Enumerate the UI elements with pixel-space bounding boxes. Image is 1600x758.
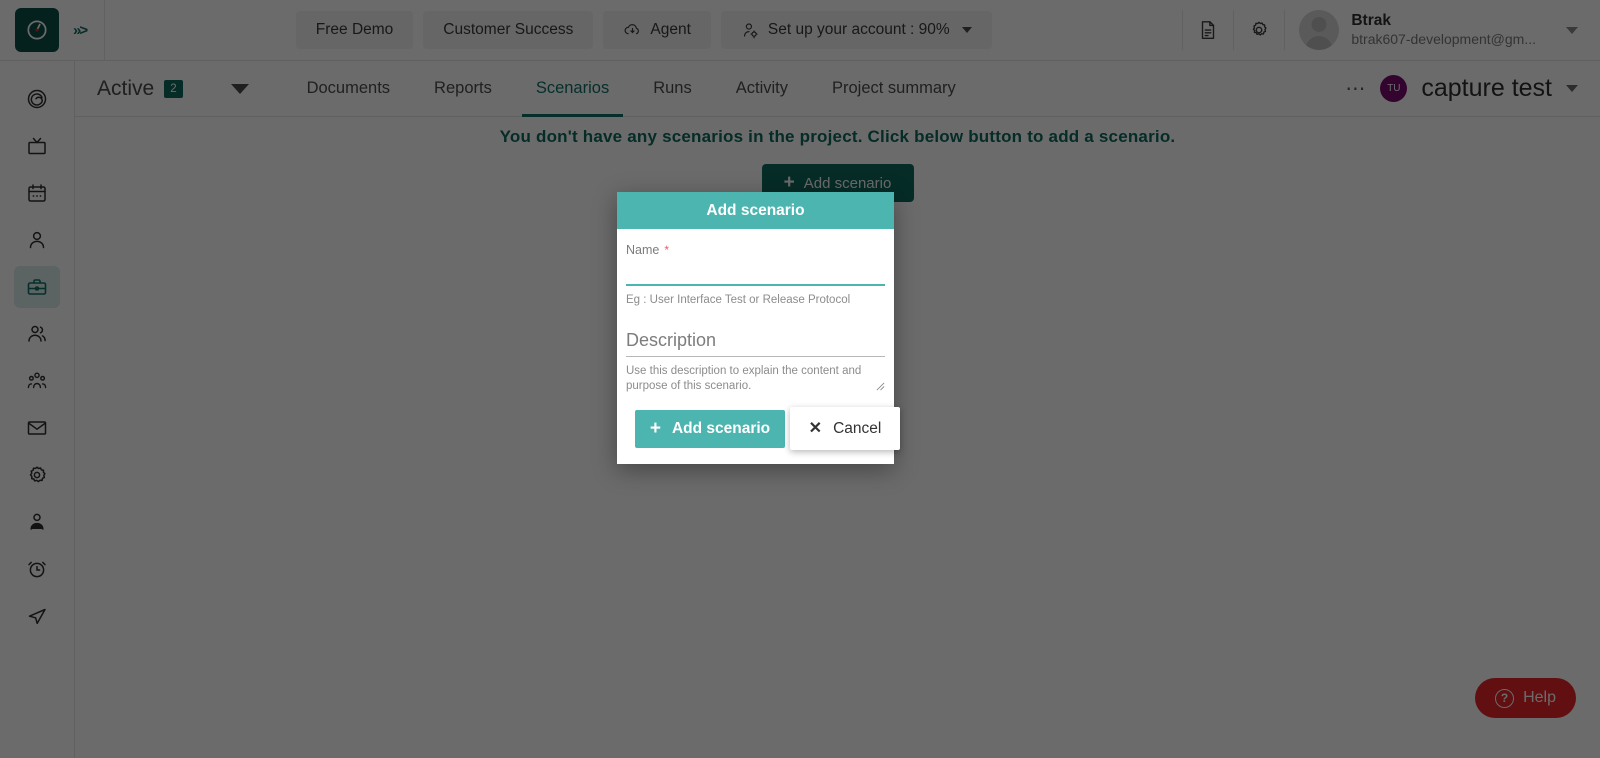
add-scenario-dialog: Add scenario Name * Eg : User Interface T… bbox=[617, 192, 900, 464]
dialog-actions: + Add scenario ✕ Cancel bbox=[626, 407, 900, 464]
dialog-cancel-button[interactable]: ✕ Cancel bbox=[790, 407, 900, 450]
dialog-body: Name * Eg : User Interface Test or Releas… bbox=[617, 229, 900, 464]
app-root: »> Free Demo Customer Success Agent bbox=[0, 0, 1600, 758]
description-input[interactable] bbox=[626, 330, 885, 357]
dialog-submit-label: Add scenario bbox=[671, 420, 771, 437]
plus-icon: + bbox=[649, 418, 661, 439]
description-field-group: Use this description to explain the cont… bbox=[626, 330, 885, 394]
dialog-cancel-label: Cancel bbox=[833, 419, 882, 437]
name-field-label: Name bbox=[626, 243, 660, 257]
name-field-group: Name * Eg : User Interface Test or Releas… bbox=[626, 241, 885, 308]
name-input[interactable] bbox=[626, 259, 885, 286]
dialog-title: Add scenario bbox=[617, 192, 894, 229]
required-marker: * bbox=[664, 243, 670, 257]
description-field-helper: Use this description to explain the cont… bbox=[626, 365, 862, 392]
name-field-helper: Eg : User Interface Test or Release Prot… bbox=[626, 294, 851, 306]
close-x-icon: ✕ bbox=[808, 419, 823, 437]
dialog-submit-button[interactable]: + Add scenario bbox=[635, 410, 785, 448]
